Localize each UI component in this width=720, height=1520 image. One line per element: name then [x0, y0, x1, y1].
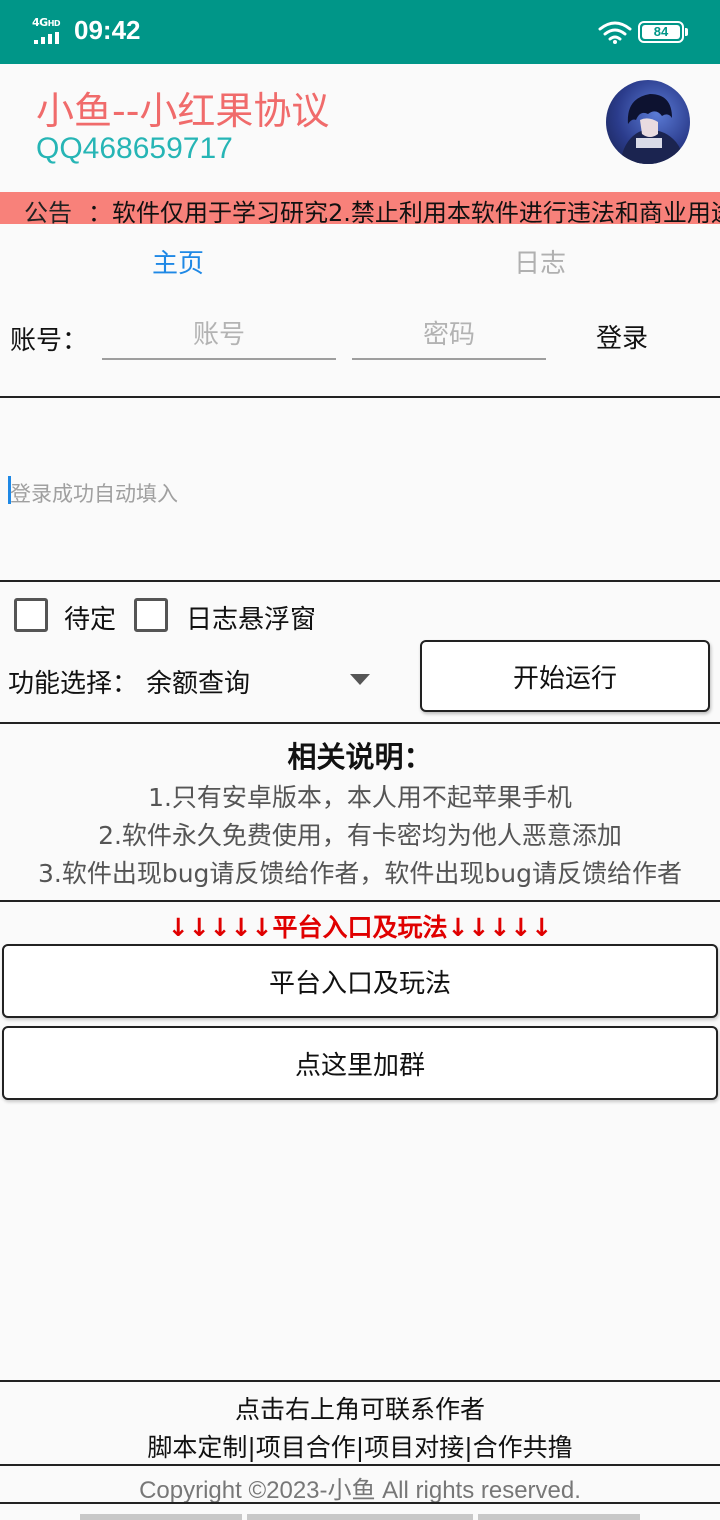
- pending-label: 待定: [64, 605, 117, 635]
- copyright: Copyright ©2023-小鱼 All rights reserved.: [139, 1477, 581, 1504]
- signal-icon: 4GHD: [32, 16, 66, 44]
- join-group-button[interactable]: 点这里加群: [2, 1026, 718, 1100]
- tab-home[interactable]: 主页: [152, 243, 204, 280]
- dropdown-arrow-icon: [350, 674, 370, 685]
- note-line: 3.软件出现bug请反馈给作者，软件出现bug请反馈给作者: [37, 859, 683, 888]
- login-button[interactable]: 登录: [596, 318, 648, 355]
- nav-segment[interactable]: [80, 1514, 242, 1520]
- divider: [0, 1380, 720, 1382]
- account-label: 账号：: [10, 326, 89, 356]
- divider: [0, 722, 720, 724]
- notice-bar: 公告 ：软件仅用于学习研究2.禁止利用本软件进行违法和商业用途: [0, 192, 720, 224]
- author-avatar[interactable]: [606, 80, 690, 164]
- notice-text: ：软件仅用于学习研究2.禁止利用本软件进行违法和商业用途: [88, 199, 720, 224]
- nav-segment[interactable]: [247, 1514, 473, 1520]
- notes-title: 相关说明：: [287, 740, 433, 774]
- note-line: 2.软件永久免费使用，有卡密均为他人恶意添加: [98, 821, 622, 850]
- tab-log[interactable]: 日志: [514, 243, 566, 280]
- platform-tip: ↓↓↓↓↓平台入口及玩法↓↓↓↓↓: [167, 913, 553, 942]
- author-qq: QQ468659717: [36, 132, 233, 165]
- divider: [0, 1502, 720, 1504]
- status-time: 09:42: [74, 15, 141, 45]
- log-float-label: 日志悬浮窗: [186, 605, 317, 635]
- avatar-image: [620, 94, 683, 164]
- function-select[interactable]: 余额查询: [144, 660, 384, 700]
- app-title: 小鱼--小红果协议: [36, 89, 330, 133]
- divider: [0, 1464, 720, 1466]
- function-selected: 余额查询: [146, 669, 251, 699]
- wifi-icon: [598, 21, 632, 44]
- log-float-checkbox[interactable]: [134, 598, 168, 632]
- note-line: 1.只有安卓版本，本人用不起苹果手机: [148, 783, 572, 812]
- function-label: 功能选择：: [8, 669, 139, 699]
- battery-level: 84: [653, 24, 669, 39]
- platform-entry-button[interactable]: 平台入口及玩法: [2, 944, 718, 1018]
- status-bar: 4GHD 09:42 84: [0, 0, 720, 64]
- start-run-button[interactable]: 开始运行: [420, 640, 710, 712]
- divider: [0, 900, 720, 902]
- divider: [0, 580, 720, 582]
- battery-icon: 84: [638, 21, 688, 43]
- contact-author-text: 点击右上角可联系作者: [234, 1395, 485, 1424]
- divider: [0, 396, 720, 398]
- services-text: 脚本定制|项目合作|项目对接|合作共撸: [147, 1433, 573, 1462]
- password-input[interactable]: [352, 312, 546, 360]
- log-placeholder: 登录成功自动填入: [10, 482, 178, 506]
- pending-checkbox[interactable]: [14, 598, 48, 632]
- nav-segment[interactable]: [478, 1514, 640, 1520]
- notice-label: 公告: [24, 199, 72, 224]
- account-input[interactable]: [102, 312, 336, 360]
